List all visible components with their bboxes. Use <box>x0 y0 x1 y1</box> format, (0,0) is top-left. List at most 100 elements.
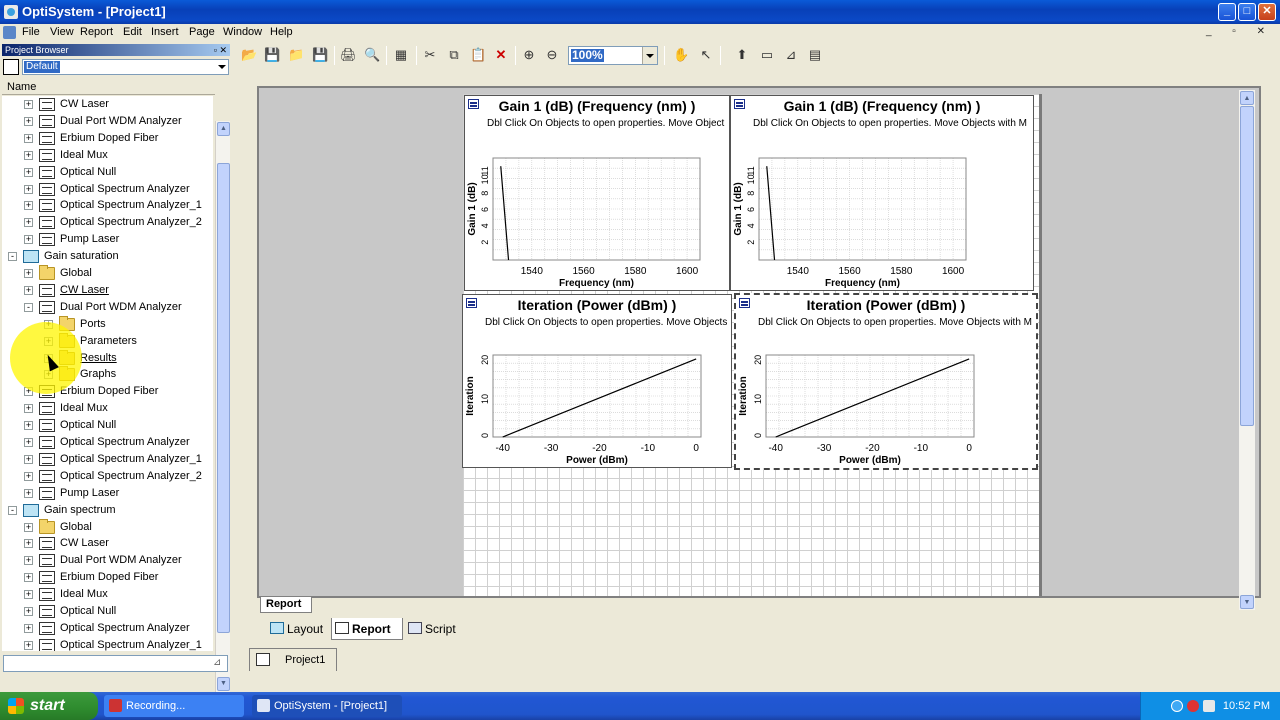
copy-icon[interactable]: ⧉ <box>446 47 462 63</box>
expand-icon[interactable]: + <box>24 235 33 245</box>
save-as-icon[interactable]: 💾 <box>312 47 328 63</box>
tree-item[interactable]: + Dual Port WDM Analyzer <box>2 552 213 569</box>
document-tab-project1[interactable]: Project1 <box>249 648 337 671</box>
tree-item[interactable]: - Gain spectrum <box>2 502 213 519</box>
chevron-down-icon[interactable] <box>218 65 226 69</box>
expand-icon[interactable]: + <box>24 488 33 498</box>
tree-item[interactable]: + Global <box>2 265 213 282</box>
tree-item[interactable]: + Ideal Mux <box>2 586 213 603</box>
project-combo[interactable]: Default <box>22 59 229 75</box>
tree-item[interactable]: + Optical Spectrum Analyzer <box>2 181 213 198</box>
tree-item[interactable]: + Dual Port WDM Analyzer <box>2 113 213 130</box>
tree-item[interactable]: + Optical Spectrum Analyzer <box>2 434 213 451</box>
tree-item[interactable]: + Optical Spectrum Analyzer_1 <box>2 197 213 214</box>
properties-icon[interactable]: ▦ <box>393 47 409 63</box>
network-icon[interactable] <box>1171 700 1183 712</box>
expand-icon[interactable]: + <box>24 269 33 278</box>
iteration-chart-b[interactable]: -40 -30 -20 -10 0 0 10 20 Power (dBm) Iteration <box>736 335 1006 469</box>
table-icon[interactable]: ▭ <box>759 47 775 63</box>
tree-item[interactable]: + Erbium Doped Fiber <box>2 130 213 147</box>
expand-icon[interactable]: + <box>24 167 33 177</box>
iteration-graph-panel-a[interactable]: Iteration (Power (dBm) ) Dbl Click On Ob… <box>462 294 732 468</box>
collapse-icon[interactable]: - <box>8 505 17 515</box>
tree-item[interactable]: + Erbium Doped Fiber <box>2 569 213 586</box>
tree-item[interactable]: + CW Laser <box>2 282 213 299</box>
delete-icon[interactable]: ✕ <box>493 47 509 63</box>
expand-icon[interactable]: + <box>24 556 33 566</box>
expand-icon[interactable]: + <box>24 133 33 143</box>
cut-icon[interactable]: ✂ <box>422 47 438 63</box>
menu-report[interactable]: Report <box>80 26 113 38</box>
paste-icon[interactable]: 📋 <box>470 47 486 63</box>
browser-filter-field[interactable]: ⊿ <box>3 655 228 672</box>
menu-help[interactable]: Help <box>270 26 293 38</box>
tree-scrollbar[interactable]: ▲ ▼ <box>215 121 230 692</box>
tree-item[interactable]: + Pump Laser <box>2 231 213 248</box>
expand-icon[interactable]: + <box>24 201 33 211</box>
view-mode-icon[interactable] <box>3 59 19 75</box>
task-optisystem[interactable]: OptiSystem - [Project1] <box>252 695 402 717</box>
pan-hand-icon[interactable]: ✋ <box>673 47 689 63</box>
add-component-icon[interactable]: ⬆ <box>734 47 750 63</box>
zoom-out-icon[interactable]: ⊖ <box>544 47 560 63</box>
tree-item[interactable]: + Optical Null <box>2 417 213 434</box>
expand-icon[interactable]: + <box>24 607 33 616</box>
gain-chart-b[interactable]: 1540 1560 1580 160024681011Frequency (nm)Ga… <box>731 136 997 291</box>
tree-item[interactable]: + Optical Spectrum Analyzer_1 <box>2 451 213 468</box>
gain-chart-a[interactable]: 1540 1560 1580 160024681011Frequency (nm)Ga… <box>465 136 730 291</box>
save-icon[interactable]: 💾 <box>264 47 280 63</box>
tree-item[interactable]: + CW Laser <box>2 535 213 552</box>
task-recording[interactable]: Recording... <box>104 695 244 717</box>
keyboard-icon[interactable] <box>1203 700 1215 712</box>
scroll-down-icon[interactable]: ▼ <box>1240 595 1254 609</box>
expand-icon[interactable]: + <box>24 539 33 549</box>
expand-icon[interactable]: + <box>24 623 33 633</box>
scroll-thumb[interactable] <box>217 163 230 633</box>
expand-icon[interactable]: + <box>24 184 33 194</box>
expand-icon[interactable]: + <box>24 218 33 228</box>
expand-icon[interactable]: + <box>24 285 33 295</box>
system-menu-icon[interactable] <box>3 26 16 39</box>
tree-item[interactable]: - Gain saturation <box>2 248 213 265</box>
menu-page[interactable]: Page <box>189 26 215 38</box>
print-preview-icon[interactable]: 🔍 <box>364 47 380 63</box>
tree-item[interactable]: + Global <box>2 518 213 536</box>
security-icon[interactable] <box>1187 700 1199 712</box>
print-icon[interactable]: 🖨 <box>340 47 357 63</box>
expand-icon[interactable]: + <box>24 454 33 464</box>
pin-icon[interactable]: ⊿ <box>213 657 225 669</box>
tree-item[interactable]: + CW Laser <box>2 96 213 113</box>
tree-item[interactable]: + Optical Spectrum Analyzer_2 <box>2 468 213 485</box>
gain-graph-panel-b[interactable]: Gain 1 (dB) (Frequency (nm) ) Dbl Click … <box>730 95 1034 291</box>
scroll-down-icon[interactable]: ▼ <box>217 677 230 691</box>
tree-item[interactable]: + Ideal Mux <box>2 147 213 164</box>
expand-icon[interactable]: + <box>24 421 33 431</box>
expand-icon[interactable]: + <box>24 404 33 414</box>
expand-icon[interactable]: + <box>24 471 33 481</box>
expand-icon[interactable]: + <box>24 522 33 532</box>
mdi-window-controls[interactable]: _ ▫ ✕ <box>1206 26 1274 37</box>
tree-item[interactable]: + Ideal Mux <box>2 400 213 417</box>
expand-icon[interactable]: + <box>24 640 33 650</box>
tree-item[interactable]: + Optical Null <box>2 603 213 620</box>
open-folder-icon[interactable]: 📁 <box>288 47 304 63</box>
select-arrow-icon[interactable]: ↖ <box>698 47 714 63</box>
tab-script[interactable]: Script <box>405 618 465 640</box>
zoom-select[interactable]: 100% <box>568 46 658 65</box>
expand-icon[interactable]: + <box>24 590 33 600</box>
expand-icon[interactable]: + <box>24 150 33 160</box>
tree-item[interactable]: + Optical Spectrum Analyzer_2 <box>2 214 213 231</box>
collapse-icon[interactable]: - <box>24 302 33 312</box>
tree-item[interactable]: + Pump Laser <box>2 485 213 502</box>
collapse-icon[interactable]: - <box>8 252 17 262</box>
text-box-icon[interactable]: ▤ <box>807 47 823 63</box>
expand-icon[interactable]: + <box>24 100 33 109</box>
close-button[interactable]: ✕ <box>1258 3 1276 21</box>
menu-edit[interactable]: Edit <box>123 26 142 38</box>
gain-graph-panel-a[interactable]: Gain 1 (dB) (Frequency (nm) ) Dbl Click … <box>464 95 730 291</box>
expand-icon[interactable]: + <box>24 438 33 447</box>
graph-icon[interactable]: ⊿ <box>783 47 799 63</box>
scroll-up-icon[interactable]: ▲ <box>217 122 230 136</box>
tree-item[interactable]: + Optical Null <box>2 164 213 181</box>
menu-window[interactable]: Window <box>223 26 262 38</box>
